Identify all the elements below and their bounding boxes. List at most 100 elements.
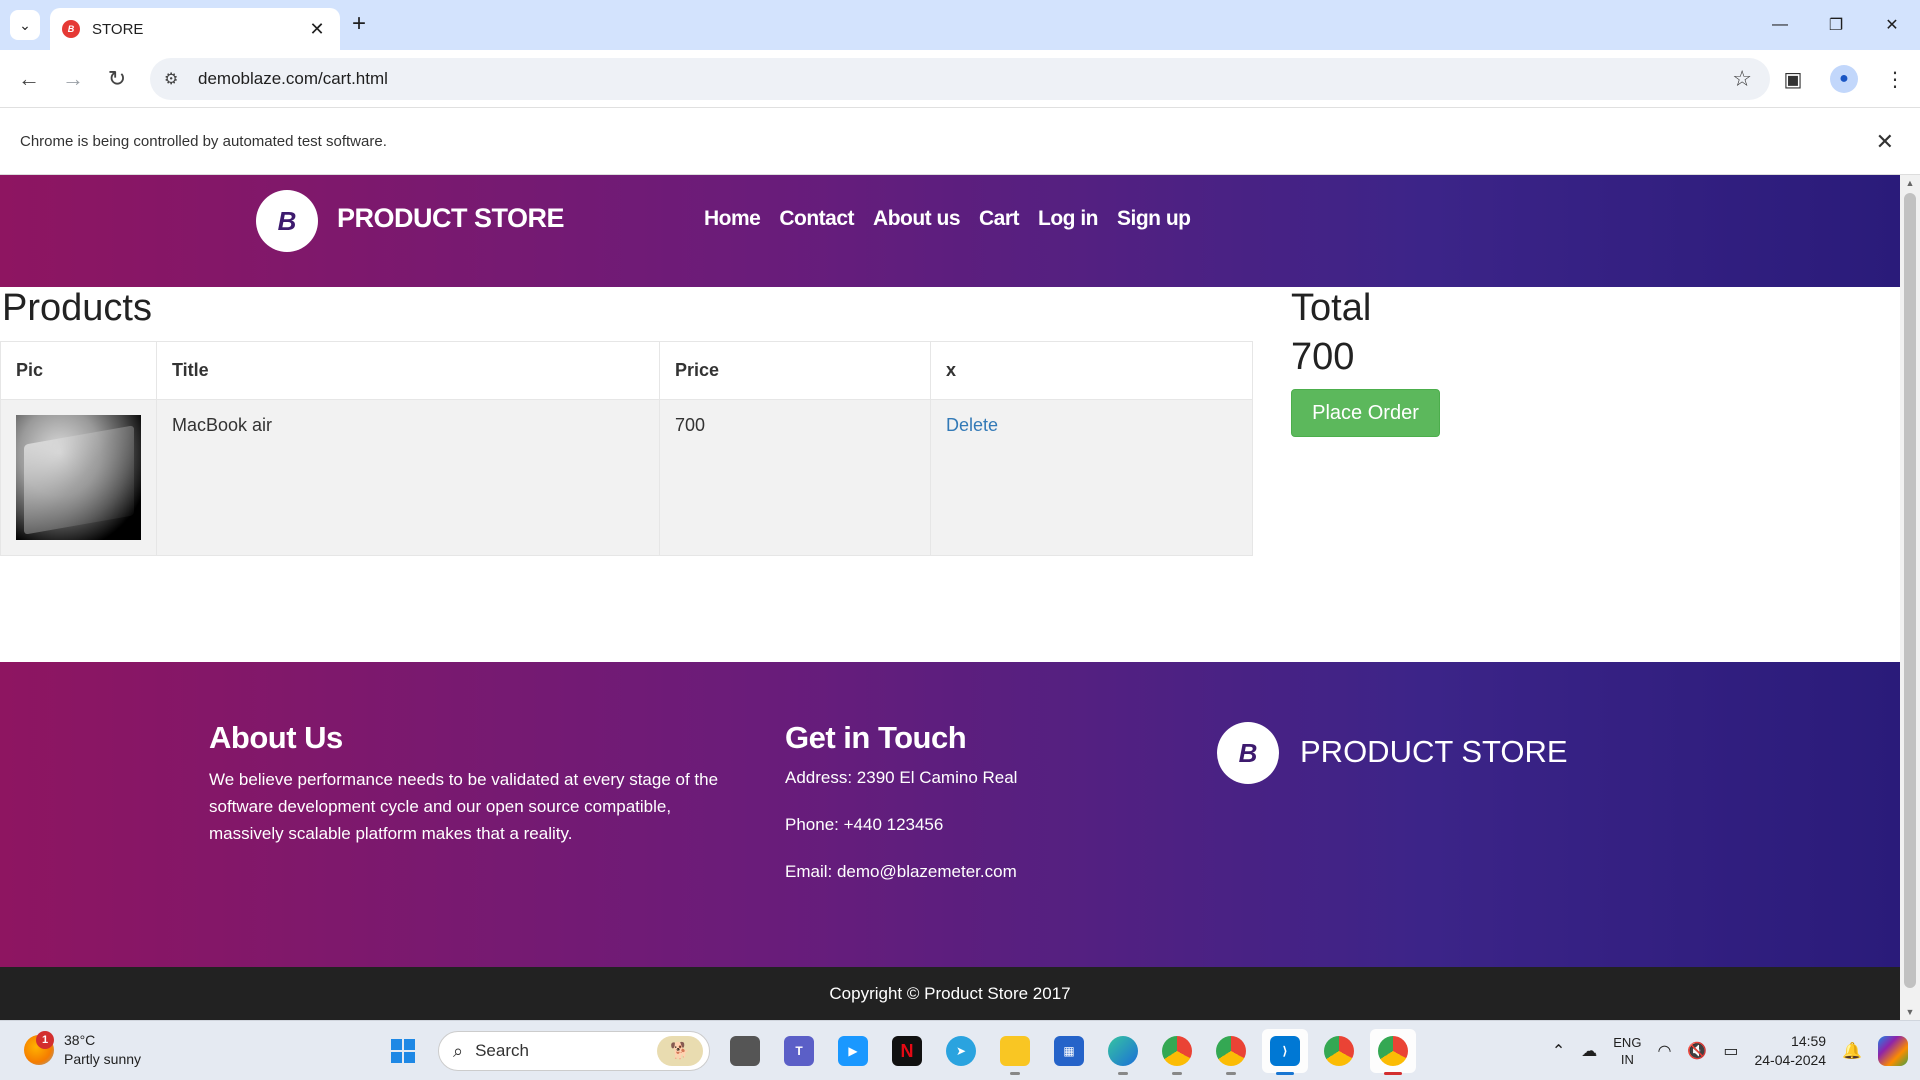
footer-logo-letter: B bbox=[1238, 737, 1258, 768]
clock-time: 14:59 bbox=[1791, 1033, 1827, 1049]
nav-log-in[interactable]: Log in bbox=[1038, 207, 1098, 231]
product-image bbox=[16, 415, 141, 540]
page-scrollbar[interactable]: ▲ ▼ bbox=[1900, 175, 1920, 1020]
language-code: ENG bbox=[1613, 1035, 1642, 1050]
column-header-x: x bbox=[930, 341, 1253, 400]
tab-close-icon[interactable]: ✕ bbox=[306, 19, 328, 40]
footer-about-heading: About Us bbox=[209, 720, 343, 755]
infobar-close-icon[interactable]: ✕ bbox=[1876, 129, 1894, 155]
weather-description: Partly sunny bbox=[64, 1051, 142, 1067]
brand-logo-icon[interactable]: B bbox=[256, 190, 318, 252]
minimize-icon[interactable]: — bbox=[1752, 0, 1808, 50]
nav-cart[interactable]: Cart bbox=[979, 207, 1020, 231]
clock[interactable]: 14:59 24-04-2024 bbox=[1754, 1032, 1826, 1070]
partly-sunny-icon: 1 bbox=[24, 1031, 54, 1065]
file-explorer-icon[interactable] bbox=[992, 1029, 1038, 1075]
restore-icon[interactable]: ❐ bbox=[1808, 0, 1864, 50]
volume-muted-icon[interactable]: 🔇 bbox=[1687, 1041, 1707, 1061]
chrome-profile-1-icon[interactable] bbox=[1154, 1029, 1200, 1075]
taskbar-search-box[interactable]: ⌕ Search 🐕 bbox=[438, 1031, 710, 1071]
site-settings-icon[interactable]: ⚙ bbox=[164, 69, 186, 89]
system-tray: ⌃ ☁ ENG IN ◠ 🔇 ▭ 14:59 24-04-2024 🔔 bbox=[1552, 1021, 1920, 1080]
product-title: MacBook air bbox=[156, 399, 660, 556]
taskbar-search-text: Search bbox=[475, 1041, 529, 1060]
site-footer: About Us We believe performance needs to… bbox=[0, 662, 1900, 967]
bookmark-star-icon[interactable]: ☆ bbox=[1732, 66, 1752, 92]
footer-contact-heading: Get in Touch bbox=[785, 720, 967, 755]
forward-arrow-icon[interactable]: → bbox=[58, 64, 88, 94]
automation-infobar: Chrome is being controlled by automated … bbox=[0, 109, 1920, 175]
total-heading: Total bbox=[1291, 287, 1372, 329]
tab-title: STORE bbox=[92, 20, 144, 38]
wifi-icon[interactable]: ◠ bbox=[1657, 1041, 1671, 1061]
product-price: 700 bbox=[659, 399, 931, 556]
scroll-down-icon[interactable]: ▼ bbox=[1900, 1004, 1920, 1020]
scroll-up-icon[interactable]: ▲ bbox=[1900, 175, 1920, 191]
side-panel-icon[interactable]: ▣ bbox=[1778, 64, 1808, 94]
footer-phone: Phone: +440 123456 bbox=[785, 815, 944, 834]
onedrive-cloud-icon[interactable]: ☁ bbox=[1581, 1041, 1597, 1061]
taskbar-apps: ⌕ Search 🐕 T ▶ N ➤ ▦ ⟩ bbox=[380, 1029, 1416, 1075]
address-bar[interactable]: ⚙ demoblaze.com/cart.html ☆ bbox=[150, 58, 1770, 100]
language-indicator[interactable]: ENG IN bbox=[1613, 1034, 1641, 1068]
nav-home[interactable]: Home bbox=[704, 207, 761, 231]
start-windows-icon[interactable] bbox=[380, 1029, 426, 1073]
copilot-icon[interactable] bbox=[1878, 1036, 1908, 1066]
window-close-icon[interactable]: ✕ bbox=[1864, 0, 1920, 50]
chrome-active-icon[interactable] bbox=[1370, 1029, 1416, 1075]
search-icon: ⌕ bbox=[453, 1040, 464, 1061]
browser-tab[interactable]: B STORE ✕ bbox=[50, 8, 340, 50]
scroll-thumb[interactable] bbox=[1904, 193, 1916, 988]
language-region: IN bbox=[1620, 1052, 1634, 1067]
total-value: 700 bbox=[1291, 336, 1355, 378]
telegram-icon[interactable]: ➤ bbox=[938, 1029, 984, 1073]
store-favicon-icon: B bbox=[62, 20, 80, 38]
chrome-profile-2-icon[interactable] bbox=[1208, 1029, 1254, 1075]
weather-temperature: 38°C bbox=[64, 1032, 96, 1048]
menu-kebab-icon[interactable]: ⋮ bbox=[1880, 64, 1910, 94]
footer-address: Address: 2390 El Camino Real bbox=[785, 768, 1018, 787]
column-header-title: Title bbox=[156, 341, 660, 400]
nav-links: Home Contact About us Cart Log in Sign u… bbox=[704, 207, 1191, 231]
edge-icon[interactable] bbox=[1100, 1029, 1146, 1075]
prime-video-icon[interactable]: ▶ bbox=[830, 1029, 876, 1073]
table-header-row: Pic Title Price x bbox=[0, 341, 1253, 400]
toolbar-right-actions: ▣ ● ⋮ bbox=[1778, 64, 1910, 94]
column-header-pic: Pic bbox=[0, 341, 157, 400]
weather-widget[interactable]: 1 38°C Partly sunny bbox=[24, 1031, 141, 1069]
battery-icon[interactable]: ▭ bbox=[1723, 1041, 1738, 1061]
place-order-button[interactable]: Place Order bbox=[1291, 389, 1440, 437]
task-view-icon[interactable] bbox=[722, 1029, 768, 1073]
show-hidden-icons-chevron-icon[interactable]: ⌃ bbox=[1552, 1041, 1565, 1061]
brand-name[interactable]: PRODUCT STORE bbox=[337, 203, 565, 234]
nav-sign-up[interactable]: Sign up bbox=[1117, 207, 1191, 231]
cart-table: Pic Title Price x MacBook air 700 Delete bbox=[0, 341, 1253, 556]
reload-icon[interactable]: ↻ bbox=[102, 64, 132, 94]
windows-taskbar: 1 38°C Partly sunny ⌕ Search 🐕 T ▶ N ➤ ▦… bbox=[0, 1020, 1920, 1080]
chrome-icon[interactable] bbox=[1316, 1029, 1362, 1073]
delete-link[interactable]: Delete bbox=[946, 415, 998, 435]
new-tab-plus-icon[interactable]: + bbox=[352, 12, 366, 36]
url-text[interactable]: demoblaze.com/cart.html bbox=[198, 69, 1732, 89]
back-arrow-icon[interactable]: ← bbox=[14, 64, 44, 94]
weather-text: 38°C Partly sunny bbox=[64, 1031, 141, 1069]
profile-avatar-icon[interactable]: ● bbox=[1830, 65, 1858, 93]
tab-search-chevron-icon[interactable]: ⌄ bbox=[10, 10, 40, 40]
delete-cell: Delete bbox=[930, 399, 1253, 556]
vscode-icon[interactable]: ⟩ bbox=[1262, 1029, 1308, 1075]
product-pic-cell bbox=[0, 399, 157, 556]
brand-logo-letter: B bbox=[277, 205, 297, 236]
products-heading: Products bbox=[2, 287, 152, 329]
netflix-icon[interactable]: N bbox=[884, 1029, 930, 1073]
nav-contact[interactable]: Contact bbox=[779, 207, 854, 231]
search-highlight-icon: 🐕 bbox=[657, 1036, 703, 1066]
footer-about-text: We believe performance needs to be valid… bbox=[209, 770, 719, 843]
footer-email: Email: demo@blazemeter.com bbox=[785, 862, 1017, 881]
footer-logo-icon: B bbox=[1217, 722, 1279, 784]
teams-icon[interactable]: T bbox=[776, 1029, 822, 1073]
table-row: MacBook air 700 Delete bbox=[0, 399, 1253, 556]
microsoft-store-icon[interactable]: ▦ bbox=[1046, 1029, 1092, 1073]
notification-bell-icon[interactable]: 🔔 bbox=[1842, 1041, 1862, 1061]
nav-about-us[interactable]: About us bbox=[873, 207, 960, 231]
column-header-price: Price bbox=[659, 341, 931, 400]
